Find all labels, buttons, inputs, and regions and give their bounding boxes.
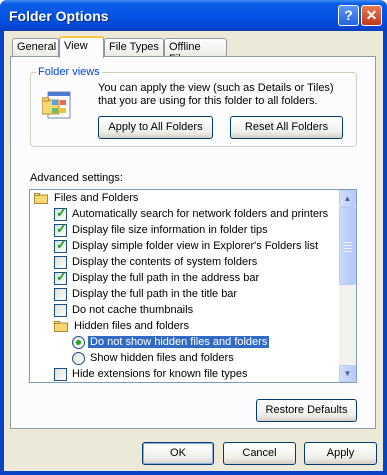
- settings-row-label: Display the full path in the title bar: [72, 288, 238, 300]
- advanced-settings-list[interactable]: Files and Folders ✓ Automatically search f…: [29, 189, 357, 383]
- restore-defaults-button[interactable]: Restore Defaults: [256, 399, 357, 422]
- advanced-settings-label: Advanced settings:: [30, 172, 123, 184]
- folder-views-description: You can apply the view (such as Details …: [98, 82, 334, 107]
- settings-row-label: Automatically search for network folders…: [72, 208, 329, 220]
- ok-button[interactable]: OK: [142, 442, 214, 465]
- cancel-button[interactable]: Cancel: [223, 442, 296, 465]
- folder-icon: [34, 193, 48, 204]
- scroll-thumb[interactable]: [339, 207, 356, 285]
- window-frame-bottom: [0, 471, 387, 475]
- folder-view-icon: [42, 91, 71, 119]
- checkbox-checked-icon[interactable]: ✓: [54, 270, 67, 285]
- settings-row-label: Display the contents of system folders: [72, 256, 258, 268]
- apply-button[interactable]: Apply: [304, 442, 377, 465]
- settings-row-label: Hidden files and folders: [74, 320, 189, 332]
- scroll-up-icon[interactable]: ▲: [339, 190, 356, 207]
- settings-row-label: Show hidden files and folders: [90, 352, 234, 364]
- checkbox-icon[interactable]: [54, 288, 67, 301]
- settings-row-label: Do not show hidden files and folders: [88, 336, 270, 348]
- radio-selected-icon[interactable]: [72, 336, 85, 349]
- tab-general[interactable]: General: [12, 38, 59, 56]
- checkbox-checked-icon[interactable]: ✓: [54, 222, 67, 237]
- settings-row-label: Display file size information in folder …: [72, 224, 268, 236]
- folder-options-window: Folder Options ? ✕ General View File Typ…: [0, 0, 387, 475]
- close-button[interactable]: ✕: [361, 5, 382, 26]
- folder-views-label: Folder views: [36, 66, 102, 78]
- settings-row-label: Display the full path in the address bar: [72, 272, 260, 284]
- settings-row-label: Files and Folders: [54, 192, 139, 204]
- scroll-down-icon[interactable]: ▼: [339, 365, 356, 382]
- settings-row-label: Display simple folder view in Explorer's…: [72, 240, 319, 252]
- settings-row-label: Do not cache thumbnails: [72, 304, 194, 316]
- checkbox-icon[interactable]: [54, 256, 67, 269]
- help-button[interactable]: ?: [338, 5, 359, 26]
- checkbox-icon[interactable]: [54, 368, 67, 381]
- vertical-scrollbar[interactable]: ▲ ▼: [339, 190, 356, 382]
- apply-to-all-folders-button[interactable]: Apply to All Folders: [98, 116, 213, 139]
- settings-row-label: Hide extensions for known file types: [72, 368, 248, 380]
- folder-icon: [54, 321, 68, 332]
- radio-icon[interactable]: [72, 352, 85, 365]
- title-bar[interactable]: Folder Options ? ✕: [0, 0, 387, 31]
- checkbox-checked-icon[interactable]: ✓: [54, 238, 67, 253]
- tab-file-types[interactable]: File Types: [104, 38, 164, 56]
- checkbox-icon[interactable]: [54, 304, 67, 317]
- reset-all-folders-button[interactable]: Reset All Folders: [230, 116, 343, 139]
- tab-view[interactable]: View: [59, 36, 104, 58]
- tab-offline-files[interactable]: Offline Files: [164, 38, 227, 65]
- checkbox-checked-icon[interactable]: ✓: [54, 206, 67, 221]
- window-frame-right: [383, 31, 387, 475]
- window-title: Folder Options: [9, 8, 109, 24]
